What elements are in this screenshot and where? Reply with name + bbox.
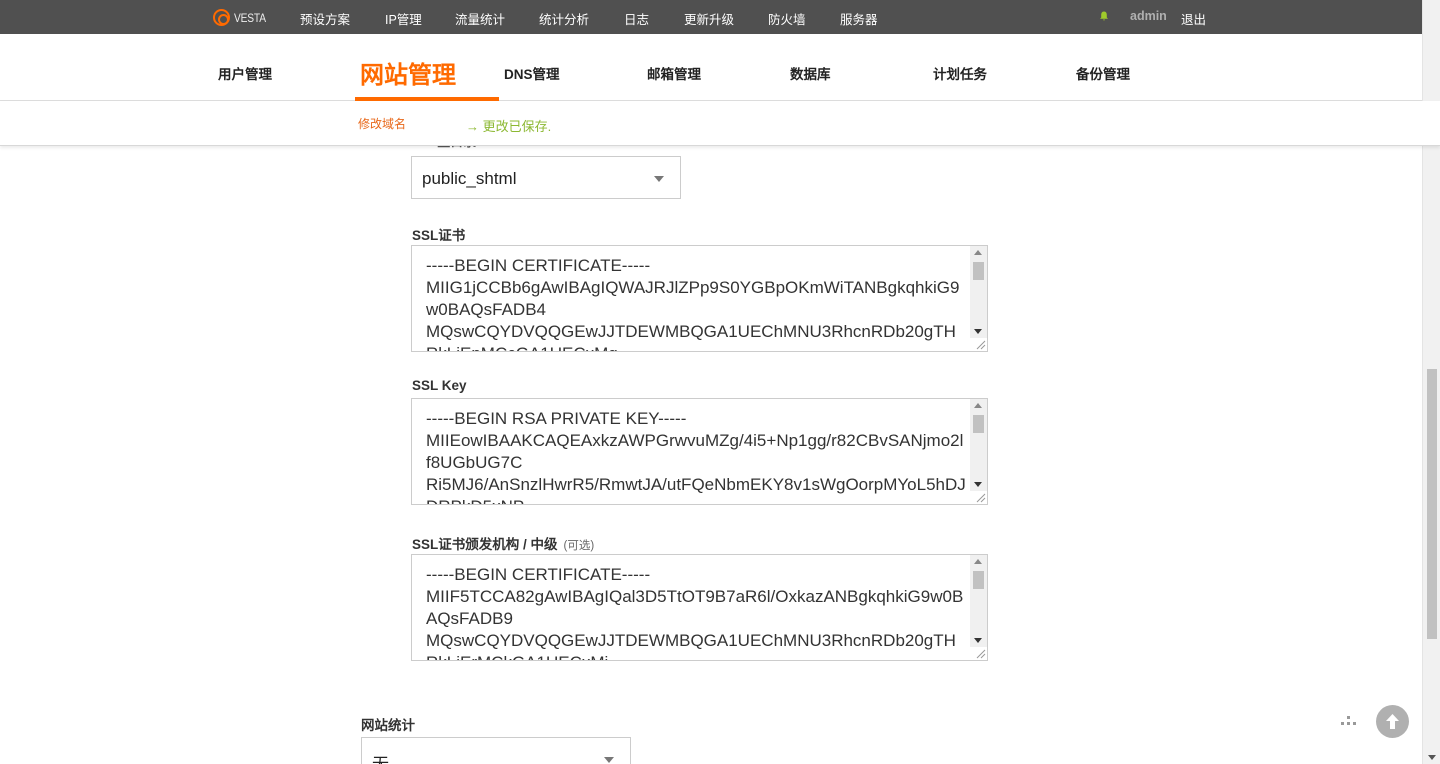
textarea-scrollbar[interactable] — [970, 555, 987, 647]
nav-traffic[interactable]: 流量统计 — [455, 9, 505, 28]
scroll-down-icon[interactable] — [974, 638, 982, 643]
tab-database[interactable]: 数据库 — [790, 63, 831, 83]
nav-firewall[interactable]: 防火墙 — [768, 9, 806, 28]
ssl-key-text: -----BEGIN RSA PRIVATE KEY----- MIIEowIB… — [426, 409, 966, 504]
scroll-down-icon[interactable] — [974, 482, 982, 487]
ssl-ca-label-text: SSL证书颁发机构 / 中级 — [412, 537, 558, 552]
tab-cron[interactable]: 计划任务 — [933, 63, 987, 83]
page-scrollbar-thumb[interactable] — [1427, 369, 1437, 639]
scroll-down-icon[interactable] — [974, 329, 982, 334]
ssl-ca-label: SSL证书颁发机构 / 中级 (可选) — [412, 533, 594, 553]
ssl-home-value: public_shtml — [422, 169, 517, 188]
optional-hint: (可选) — [563, 540, 595, 552]
tab-mail[interactable]: 邮箱管理 — [647, 63, 701, 83]
ssl-ca-textarea[interactable]: -----BEGIN CERTIFICATE----- MIIF5TCCA82g… — [411, 554, 988, 661]
stats-select[interactable]: 无 — [361, 737, 631, 764]
scroll-down-icon[interactable] — [1428, 755, 1436, 760]
nav-log[interactable]: 日志 — [624, 9, 649, 28]
scroll-to-top-button[interactable] — [1376, 705, 1409, 738]
sub-header: 修改域名 → 更改已保存. — [0, 101, 1440, 146]
nav-statistics[interactable]: 统计分析 — [539, 9, 589, 28]
ssl-cert-textarea[interactable]: -----BEGIN CERTIFICATE----- MIIG1jCCBb6g… — [411, 245, 988, 352]
scrollbar-thumb[interactable] — [973, 415, 984, 433]
scrollbar-thumb[interactable] — [973, 571, 984, 589]
nav-packages[interactable]: 预设方案 — [300, 9, 350, 28]
ssl-home-select[interactable]: public_shtml — [411, 156, 681, 199]
resize-grip-icon[interactable] — [974, 491, 986, 503]
textarea-scrollbar[interactable] — [970, 399, 987, 491]
status-message: → 更改已保存. — [466, 119, 552, 134]
nav-updates[interactable]: 更新升级 — [684, 9, 734, 28]
top-navbar: VESTA 预设方案 IP管理 流量统计 统计分析 日志 更新升级 防火墙 服务… — [0, 0, 1440, 34]
scroll-up-icon[interactable] — [974, 250, 982, 255]
scroll-up-icon[interactable] — [974, 403, 982, 408]
ssl-cert-text: -----BEGIN CERTIFICATE----- MIIG1jCCBb6g… — [426, 256, 960, 351]
section-nav: 用户管理 网站管理 DNS管理 邮箱管理 数据库 计划任务 备份管理 — [0, 34, 1440, 101]
arrow-up-icon — [1386, 714, 1399, 729]
vesta-logo-icon — [213, 9, 230, 26]
scroll-up-icon[interactable] — [974, 559, 982, 564]
ssl-key-label: SSL Key — [412, 378, 467, 393]
textarea-scrollbar[interactable] — [970, 246, 987, 338]
ssl-key-textarea[interactable]: -----BEGIN RSA PRIVATE KEY----- MIIEowIB… — [411, 398, 988, 505]
ssl-cert-label: SSL证书 — [412, 228, 466, 243]
user-link[interactable]: admin — [1130, 9, 1167, 23]
chevron-down-icon — [654, 176, 664, 182]
vesta-logo[interactable]: VESTA — [213, 9, 271, 26]
stats-label: 网站统计 — [361, 718, 415, 733]
logo-text: VESTA — [234, 10, 266, 25]
resize-grip-icon[interactable] — [974, 647, 986, 659]
scrollbar-thumb[interactable] — [973, 262, 984, 280]
ssl-ca-text: -----BEGIN CERTIFICATE----- MIIF5TCCA82g… — [426, 565, 964, 660]
grid-icon[interactable] — [1341, 716, 1357, 728]
breadcrumb: 修改域名 — [358, 117, 407, 131]
tab-web[interactable]: 网站管理 — [360, 55, 456, 90]
bell-icon[interactable] — [1099, 11, 1109, 21]
tab-users[interactable]: 用户管理 — [218, 63, 272, 83]
stats-value: 无 — [372, 750, 389, 764]
logout-link[interactable]: 退出 — [1181, 9, 1206, 28]
chevron-down-icon — [604, 757, 614, 763]
tab-dns[interactable]: DNS管理 — [504, 63, 560, 83]
tab-backup[interactable]: 备份管理 — [1076, 63, 1130, 83]
nav-server[interactable]: 服务器 — [840, 9, 878, 28]
resize-grip-icon[interactable] — [974, 338, 986, 350]
nav-ip[interactable]: IP管理 — [385, 9, 422, 28]
